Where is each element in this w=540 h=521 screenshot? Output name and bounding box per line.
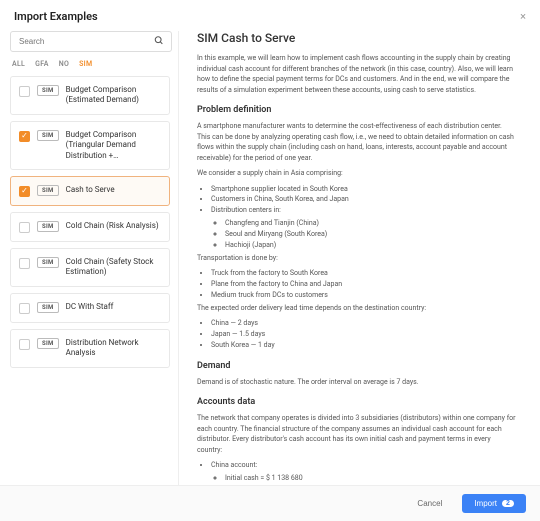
transport-intro: Transportation is done by: xyxy=(197,253,516,264)
type-tag: SIM xyxy=(37,185,59,196)
list-item: Changfeng and Tianjin (China) xyxy=(225,218,516,229)
checkbox[interactable] xyxy=(19,222,30,233)
checkbox[interactable]: ✓ xyxy=(19,186,30,197)
detail-intro: In this example, we will learn how to im… xyxy=(197,53,516,95)
list-item: Truck from the factory to South Korea xyxy=(211,268,516,279)
filter-sim[interactable]: SIM xyxy=(79,60,92,68)
detail-title: SIM Cash to Serve xyxy=(197,31,516,45)
checkbox[interactable] xyxy=(19,86,30,97)
type-tag: SIM xyxy=(37,221,59,232)
list-item: Customers in China, South Korea, and Jap… xyxy=(211,194,516,205)
list-item: Initial cash = $ 1 138 680 xyxy=(225,473,516,484)
list-item: China — 2 days xyxy=(211,318,516,329)
import-count-badge: 2 xyxy=(502,500,514,507)
checkbox[interactable] xyxy=(19,258,30,269)
checkbox[interactable]: ✓ xyxy=(19,131,30,142)
example-list[interactable]: SIM Budget Comparison (Estimated Demand) ✓… xyxy=(10,76,172,485)
example-item[interactable]: SIM DC With Staff xyxy=(10,293,170,323)
example-label: Cold Chain (Safety Stock Estimation) xyxy=(66,257,161,278)
problem-p2: We consider a supply chain in Asia compr… xyxy=(197,168,516,179)
checkbox[interactable] xyxy=(19,303,30,314)
supply-list: Smartphone supplier located in South Kor… xyxy=(197,184,516,251)
close-icon[interactable]: × xyxy=(520,10,526,23)
search-icon[interactable] xyxy=(154,35,164,48)
type-tag: SIM xyxy=(37,85,59,96)
type-tag: SIM xyxy=(37,338,59,349)
sidebar: ALL GFA NO SIM SIM Budget Comparison (Estima… xyxy=(10,31,172,485)
leadtime-list: China — 2 daysJapan — 1.5 daysSouth Kore… xyxy=(197,318,516,351)
heading-demand: Demand xyxy=(197,361,516,371)
list-item: Plane from the factory to China and Japa… xyxy=(211,279,516,290)
example-item[interactable]: ✓ SIM Budget Comparison (Triangular Demand… xyxy=(10,121,170,170)
heading-accounts: Accounts data xyxy=(197,397,516,407)
example-label: DC With Staff xyxy=(66,302,114,312)
accounts-p1: The network that company operates is div… xyxy=(197,413,516,455)
list-item: Distribution centers in:Changfeng and Ti… xyxy=(211,205,516,250)
list-item: Medium truck from DCs to customers xyxy=(211,290,516,301)
dialog-title: Import Examples xyxy=(14,10,98,23)
accounts-list: China account: Initial cash = $ 1 138 68… xyxy=(197,460,516,485)
example-label: Budget Comparison (Estimated Demand) xyxy=(66,85,161,106)
leadtime-intro: The expected order delivery lead time de… xyxy=(197,303,516,314)
demand-p: Demand is of stochastic nature. The orde… xyxy=(197,377,516,388)
type-tag: SIM xyxy=(37,302,59,313)
filter-no[interactable]: NO xyxy=(59,60,69,68)
filter-gfa[interactable]: GFA xyxy=(35,60,49,68)
problem-p1: A smartphone manufacturer wants to deter… xyxy=(197,121,516,163)
example-item[interactable]: SIM Distribution Network Analysis xyxy=(10,329,170,368)
china-account: China account: Initial cash = $ 1 138 68… xyxy=(211,460,516,485)
example-label: Distribution Network Analysis xyxy=(66,338,161,359)
search-input[interactable] xyxy=(10,31,172,52)
transport-list: Truck from the factory to South KoreaPla… xyxy=(197,268,516,301)
cancel-button[interactable]: Cancel xyxy=(405,494,454,513)
list-item: Japan — 1.5 days xyxy=(211,329,516,340)
detail-pane[interactable]: SIM Cash to Serve In this example, we wi… xyxy=(178,31,530,485)
checkbox[interactable] xyxy=(19,339,30,350)
type-tag: SIM xyxy=(37,130,59,141)
heading-problem: Problem definition xyxy=(197,105,516,115)
dialog-footer: Cancel Import 2 xyxy=(0,485,540,521)
example-label: Cash to Serve xyxy=(66,185,115,195)
list-item: Seoul and Miryang (South Korea) xyxy=(225,229,516,240)
filter-tabs: ALL GFA NO SIM xyxy=(10,58,172,76)
list-item: Smartphone supplier located in South Kor… xyxy=(211,184,516,195)
example-item[interactable]: SIM Budget Comparison (Estimated Demand) xyxy=(10,76,170,115)
example-label: Budget Comparison (Triangular Demand Dis… xyxy=(66,130,161,161)
list-item: South Korea — 1 day xyxy=(211,340,516,351)
example-item[interactable]: SIM Cold Chain (Safety Stock Estimation) xyxy=(10,248,170,287)
example-item[interactable]: ✓ SIM Cash to Serve xyxy=(10,176,170,206)
example-label: Cold Chain (Risk Analysis) xyxy=(66,221,159,231)
example-item[interactable]: SIM Cold Chain (Risk Analysis) xyxy=(10,212,170,242)
filter-all[interactable]: ALL xyxy=(12,60,25,68)
type-tag: SIM xyxy=(37,257,59,268)
import-label: Import xyxy=(474,499,497,508)
list-item: Hachioji (Japan) xyxy=(225,240,516,251)
import-button[interactable]: Import 2 xyxy=(462,494,526,513)
